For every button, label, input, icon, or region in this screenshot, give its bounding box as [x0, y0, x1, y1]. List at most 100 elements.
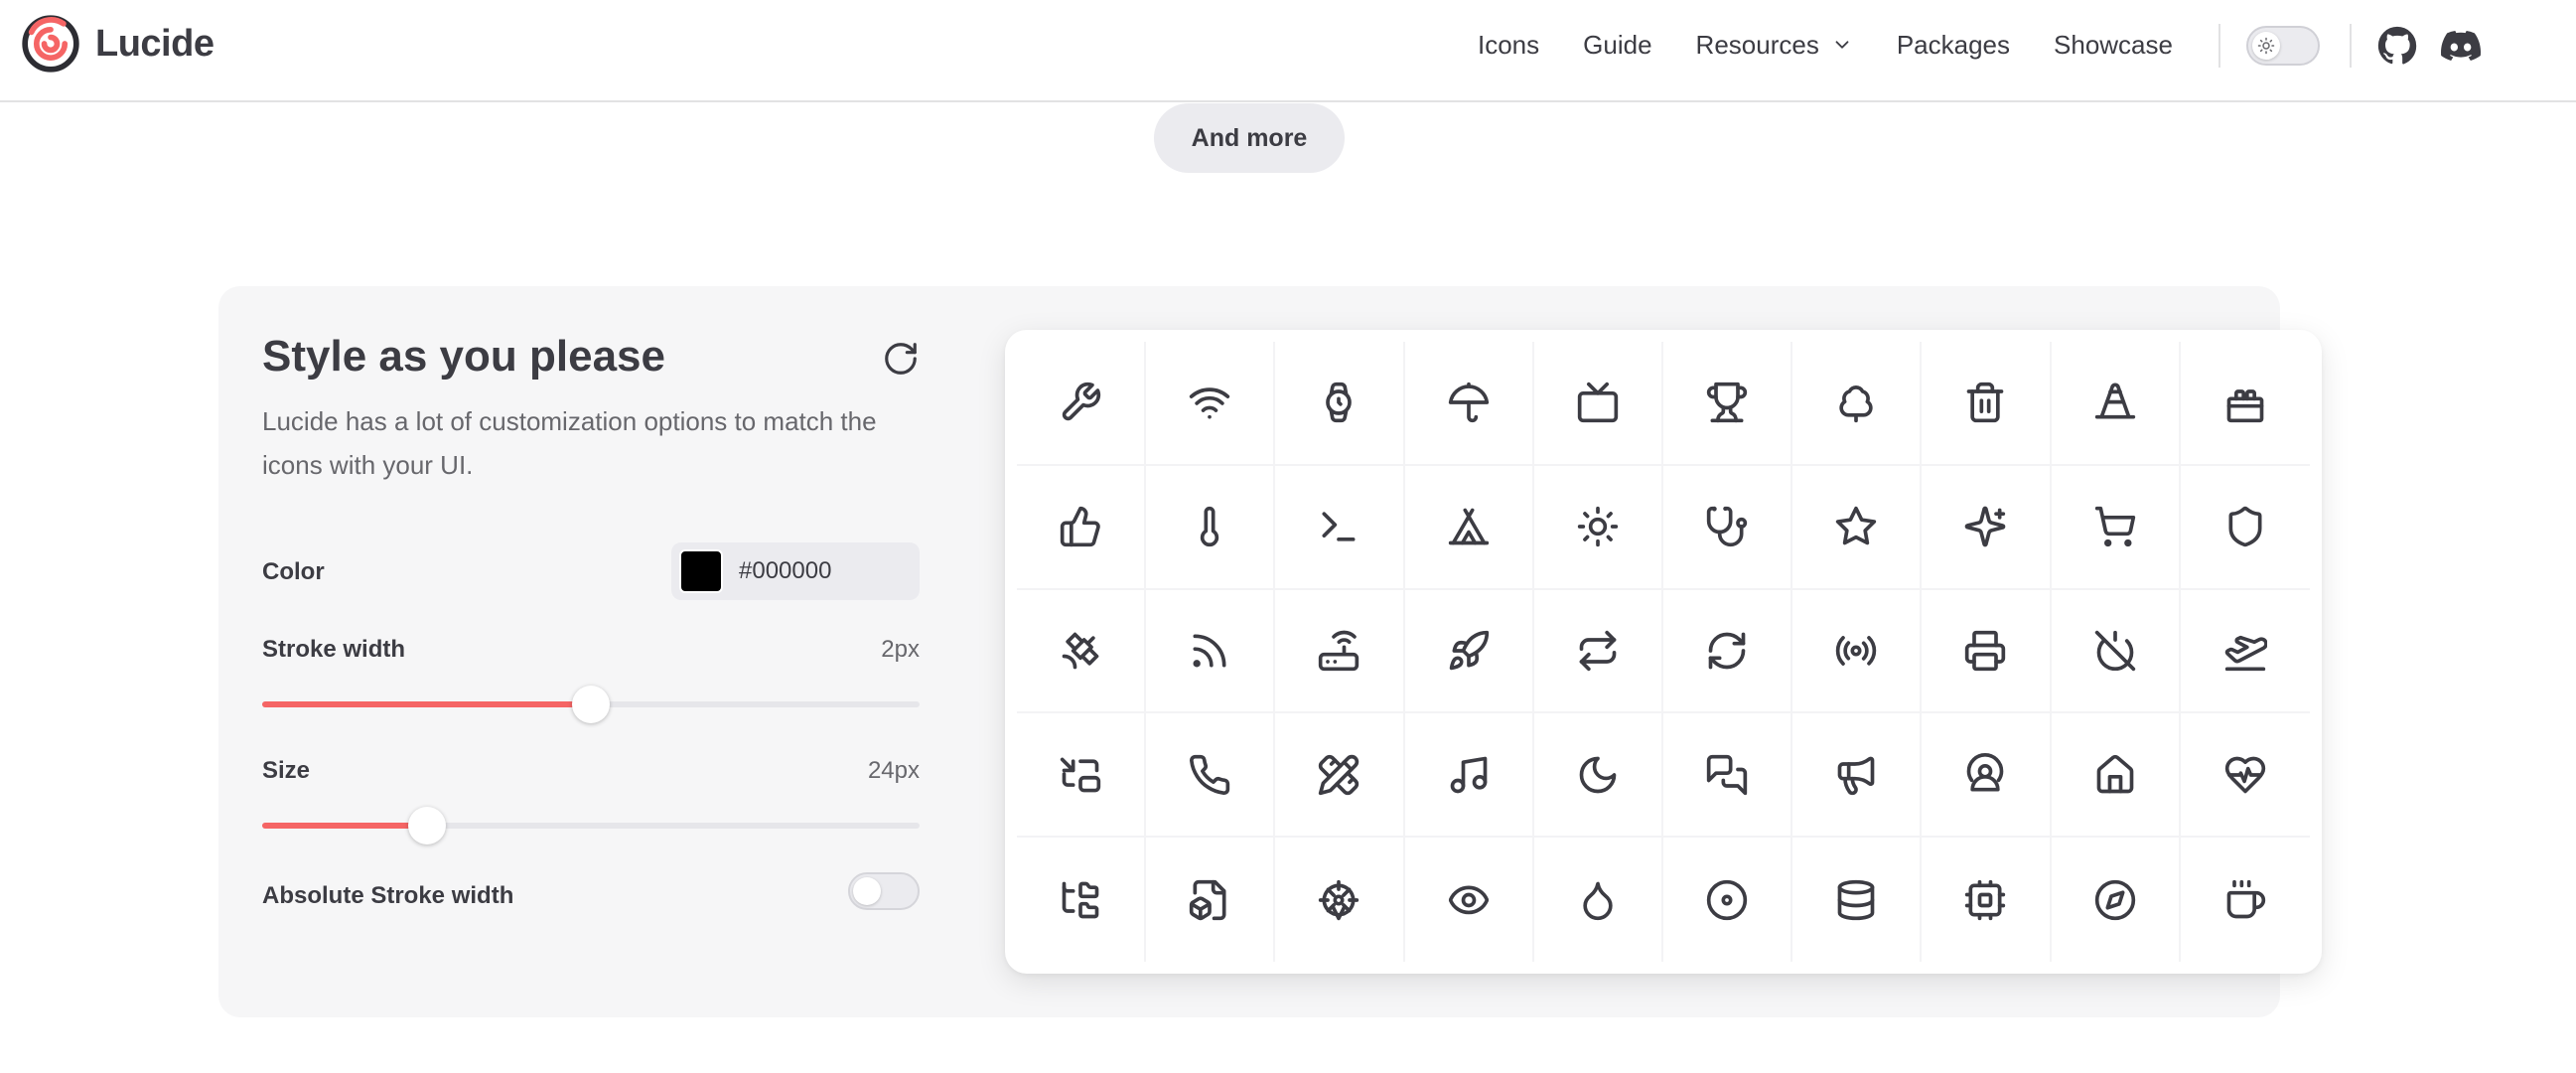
icon-cell[interactable]	[1792, 342, 1923, 466]
icon-cell[interactable]	[1146, 342, 1276, 466]
router-icon	[1319, 630, 1360, 672]
icon-cell[interactable]	[1922, 713, 2052, 839]
nav-packages[interactable]: Packages	[1897, 30, 2010, 61]
compass-icon	[2094, 879, 2135, 920]
icon-cell[interactable]	[1662, 342, 1793, 466]
discord-icon[interactable]	[2441, 26, 2481, 66]
icon-cell[interactable]	[1275, 713, 1405, 839]
icon-cell[interactable]	[1275, 465, 1405, 590]
sparkles-icon	[1965, 506, 2006, 547]
icon-cell[interactable]	[1534, 838, 1663, 962]
icon-cell[interactable]	[2180, 466, 2310, 590]
icon-cell[interactable]	[1922, 465, 2052, 590]
icon-cell[interactable]	[1017, 342, 1147, 466]
icon-cell[interactable]	[2180, 342, 2310, 466]
icon-cell[interactable]	[1792, 589, 1923, 714]
icon-cell[interactable]	[2051, 589, 2181, 714]
icon-cell[interactable]	[1404, 465, 1534, 590]
icon-cell[interactable]	[1792, 465, 1923, 590]
icon-cell[interactable]	[1922, 342, 2052, 466]
plane-takeoff-icon	[2224, 635, 2267, 672]
icon-cell[interactable]	[1922, 838, 2052, 962]
repeat-icon	[1579, 630, 1617, 672]
messages-square-icon	[1706, 754, 1748, 795]
icon-cell[interactable]	[1017, 713, 1147, 839]
icon-cell[interactable]	[1275, 342, 1405, 466]
chevron-down-icon	[1835, 41, 1849, 49]
icon-cell[interactable]	[1533, 342, 1663, 466]
icon-cell[interactable]	[1662, 465, 1793, 590]
icon-cell[interactable]	[1017, 589, 1147, 714]
icon-cell[interactable]	[2051, 465, 2181, 590]
icon-cell[interactable]	[1533, 713, 1663, 839]
icon-cell[interactable]	[1663, 838, 1793, 962]
icon-cell[interactable]	[2051, 342, 2181, 466]
icon-cell[interactable]	[1146, 589, 1276, 714]
nav-divider	[2218, 24, 2220, 68]
nav-resources[interactable]: Resources	[1696, 30, 1853, 61]
icon-cell[interactable]	[2181, 838, 2310, 962]
icon-cell[interactable]	[1405, 838, 1534, 962]
icon-cell[interactable]	[1533, 465, 1663, 590]
nav-icons[interactable]: Icons	[1478, 30, 1539, 61]
icon-cell[interactable]	[1275, 838, 1405, 962]
size-label: Size	[262, 757, 311, 784]
size-value: 24px	[867, 757, 920, 784]
stroke-width-value: 2px	[881, 636, 920, 663]
icon-cell[interactable]	[1662, 589, 1793, 714]
nav-showcase[interactable]: Showcase	[2054, 30, 2173, 61]
github-icon[interactable]	[2377, 26, 2417, 66]
color-picker[interactable]: #000000	[671, 542, 920, 600]
icon-cell[interactable]	[1792, 713, 1923, 839]
icon-cell[interactable]	[1792, 838, 1923, 962]
icon-cell[interactable]	[1404, 342, 1534, 466]
slider-thumb[interactable]	[572, 686, 610, 723]
reset-icon[interactable]	[882, 340, 920, 378]
trash-icon	[1967, 383, 2004, 423]
tent-icon	[1448, 508, 1489, 545]
phone-icon	[1190, 754, 1230, 795]
nav-divider	[2350, 24, 2352, 68]
icon-cell[interactable]	[1404, 713, 1534, 839]
icon-cell[interactable]	[1922, 589, 2052, 714]
icon-cell[interactable]	[1275, 589, 1405, 714]
icon-cell[interactable]	[1404, 589, 1534, 714]
icon-cell[interactable]	[2180, 590, 2310, 714]
size-slider[interactable]	[262, 805, 920, 844]
icon-cell[interactable]	[1146, 465, 1276, 590]
icon-cell[interactable]	[1146, 838, 1276, 962]
stroke-width-slider[interactable]	[262, 684, 920, 723]
slider-thumb[interactable]	[407, 807, 446, 844]
icon-grid	[1017, 342, 2310, 962]
absolute-stroke-toggle[interactable]	[848, 872, 920, 910]
sun-icon	[1577, 507, 1619, 547]
folder-tree-icon	[1062, 881, 1099, 918]
icon-cell[interactable]	[1017, 838, 1147, 962]
disc-icon	[1706, 879, 1748, 920]
terminal-icon	[1322, 512, 1356, 541]
icon-cell[interactable]	[2180, 713, 2310, 839]
star-icon	[1836, 507, 1877, 545]
wifi-icon	[1190, 387, 1230, 419]
and-more-button[interactable]: And more	[1154, 103, 1345, 173]
icon-cell[interactable]	[1017, 465, 1147, 590]
coffee-icon	[2226, 879, 2265, 918]
main-nav: Icons Guide Resources Packages Showcase	[1478, 20, 2217, 70]
shield-icon	[2228, 507, 2262, 547]
megaphone-icon	[1837, 756, 1875, 795]
stethoscope-icon	[1706, 507, 1748, 547]
nav-guide[interactable]: Guide	[1583, 30, 1651, 61]
slider-fill	[262, 823, 427, 829]
icon-cell[interactable]	[1533, 589, 1663, 714]
stroke-width-label: Stroke width	[262, 636, 406, 663]
icon-cell[interactable]	[1662, 713, 1793, 839]
theme-toggle[interactable]	[2246, 26, 2320, 66]
brand-link[interactable]: Lucide	[20, 14, 215, 74]
database-icon	[1837, 879, 1875, 920]
icon-cell[interactable]	[2052, 838, 2181, 962]
top-navbar: Lucide Icons Guide Resources Packages Sh…	[0, 0, 2576, 102]
toy-brick-icon	[2226, 389, 2264, 423]
icon-cell[interactable]	[2051, 713, 2181, 839]
icon-cell[interactable]	[1146, 713, 1276, 839]
droplet-icon	[1583, 881, 1613, 920]
